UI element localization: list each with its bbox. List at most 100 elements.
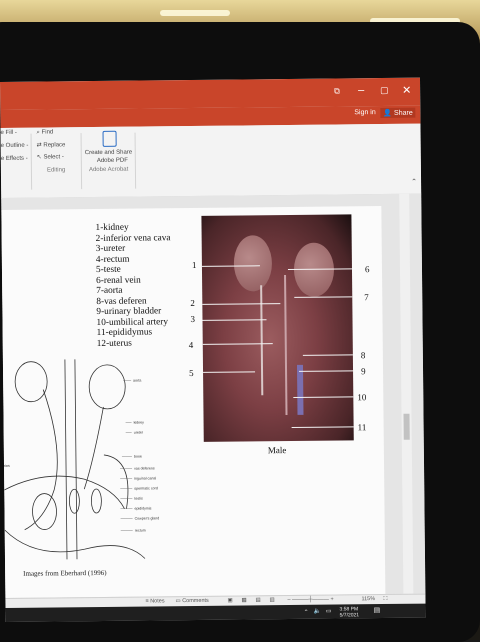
drawing-label: kidney [133, 420, 144, 425]
pointer-line [202, 303, 281, 305]
comment-icon: ▭ [175, 598, 181, 605]
ceiling-light [160, 10, 230, 16]
cursor-icon: ↖ [36, 154, 42, 161]
maximize-button[interactable]: ▢ [380, 85, 389, 96]
replace-icon: ⇄ [36, 142, 42, 149]
zoom-level[interactable]: 115% [361, 596, 375, 602]
clock[interactable]: 3:58 PM 5/7/2021 [340, 606, 360, 618]
share-label: Share [393, 109, 413, 117]
photo-label-number: 8 [360, 350, 366, 361]
shape-outline-button[interactable]: e Outline - [1, 143, 29, 149]
legend-item: 9-urinary bladder [96, 306, 162, 318]
ribbon-separator [80, 133, 83, 190]
legend-item: 2-inferior vena cava [95, 232, 171, 244]
drawing-label: testis [134, 496, 143, 501]
drawing-label: bone [133, 454, 142, 459]
drawing-label: vas deferens [134, 466, 155, 471]
legend-item: 7-aorta [96, 285, 123, 297]
photo-label-number: 3 [190, 313, 196, 325]
pointer-line [294, 296, 353, 298]
replace-button[interactable]: ⇄ Replace [37, 141, 66, 148]
replace-label: Replace [43, 142, 66, 149]
editing-group-label: Editing [46, 167, 66, 174]
share-button[interactable]: 👤 Share [380, 107, 416, 119]
select-button[interactable]: ↖ Select - [37, 153, 64, 160]
tray-chevron-icon[interactable]: ⌃ [304, 610, 309, 616]
comments-button[interactable]: ▭ Comments [175, 598, 208, 604]
drawing-label: spermatic cord [134, 486, 158, 491]
notifications-icon[interactable]: ▤ [374, 607, 381, 614]
select-label: Select - [43, 154, 64, 161]
photo-label-number: 9 [360, 366, 366, 377]
photo-label-number: 6 [364, 264, 370, 275]
drawing-svg [4, 359, 146, 560]
bladder-vessel [296, 364, 304, 415]
legend-item: 4-rectum [95, 254, 130, 265]
title-bar: ⧉ – ▢ ✕ [0, 77, 421, 110]
find-button[interactable]: ⌕ Find [37, 129, 54, 136]
scrollbar-thumb[interactable] [403, 413, 410, 440]
left-kidney [233, 235, 273, 292]
slide[interactable]: 1-kidney 2-inferior vena cava 3-ureter 4… [1, 206, 386, 598]
image-credit: Images from Eberhard (1996) [23, 568, 107, 578]
legend-item: 10-umbilical artery [96, 316, 169, 328]
anatomy-legend: 1-kidney 2-inferior vena cava 3-ureter 4… [95, 222, 171, 349]
photo-caption: Male [267, 445, 287, 456]
slideshow-icon[interactable]: ▥ [269, 597, 274, 603]
ribbon-separator [30, 133, 33, 190]
find-label: Find [41, 129, 54, 136]
fit-to-window-icon[interactable]: ⛶ [383, 596, 387, 603]
anatomy-line-drawing: aorta kidney ureter bone vas deferens in… [3, 358, 205, 570]
photo-label-number: 7 [364, 292, 369, 303]
drawing-label: inguinal canal [134, 476, 157, 481]
normal-view-icon[interactable]: ▣ [227, 598, 232, 604]
vessel [284, 275, 288, 416]
powerpoint-window: ⧉ – ▢ ✕ Sign in 👤 Share e Fill - e Outli… [0, 77, 426, 622]
legend-item: 6-renal vein [96, 275, 141, 286]
close-button[interactable]: ✕ [402, 84, 411, 97]
volume-icon[interactable]: 🔈 [314, 609, 322, 615]
notes-button[interactable]: ≡ Notes [145, 598, 164, 604]
legend-item: 3-ureter [95, 243, 126, 255]
search-icon: ⌕ [36, 129, 40, 136]
legend-item: 1-kidney [95, 222, 129, 234]
pointer-line [202, 319, 267, 321]
shape-effects-button[interactable]: e Effects - [1, 156, 28, 162]
ribbon-display-options-icon[interactable]: ⧉ [334, 86, 340, 96]
comments-label: Comments [182, 597, 209, 605]
dissection-photo [201, 214, 354, 442]
notes-label: Notes [150, 598, 165, 605]
slide-canvas: 1-kidney 2-inferior vena cava 3-ureter 4… [1, 193, 426, 598]
legend-item: 8-vas deferen [96, 295, 147, 307]
adobe-pdf-label: Adobe PDF [96, 157, 128, 164]
drawing-label: ureter [133, 430, 144, 435]
create-share-pdf-button[interactable]: Create and Share [85, 150, 132, 156]
reading-view-icon[interactable]: ▤ [255, 597, 260, 603]
shape-fill-button[interactable]: e Fill - [1, 130, 17, 136]
drawing-label: ries [4, 463, 10, 468]
minimize-button[interactable]: – [358, 84, 364, 96]
notes-icon: ≡ [145, 598, 149, 605]
adobe-acrobat-group-label: Adobe Acrobat [88, 166, 129, 174]
drawing-label: epididymis [134, 506, 152, 511]
ribbon-separator [134, 132, 137, 189]
photo-label-number: 1 [191, 259, 197, 270]
photo-label-number: 2 [190, 297, 195, 309]
zoom-slider[interactable]: – ———┼——— + [287, 597, 333, 603]
network-icon[interactable]: ▭ [326, 609, 332, 615]
legend-item: 12-uterus [96, 338, 132, 349]
legend-item: 11-epididymus [96, 327, 153, 339]
pointer-line [302, 354, 353, 356]
pointer-line [203, 371, 256, 373]
slide-sorter-icon[interactable]: ▦ [241, 597, 246, 603]
legend-item: 5-teste [95, 264, 121, 276]
photo-label-number: 4 [188, 339, 194, 351]
drawing-label: rectum [134, 528, 146, 533]
collapse-ribbon-icon[interactable]: ⌃ [411, 178, 417, 186]
sign-in-link[interactable]: Sign in [354, 109, 375, 116]
adobe-pdf-icon[interactable] [102, 130, 117, 147]
pointer-line [291, 426, 354, 428]
photo-label-number: 11 [357, 422, 367, 433]
ureter [260, 285, 264, 396]
pointer-line [299, 370, 354, 372]
